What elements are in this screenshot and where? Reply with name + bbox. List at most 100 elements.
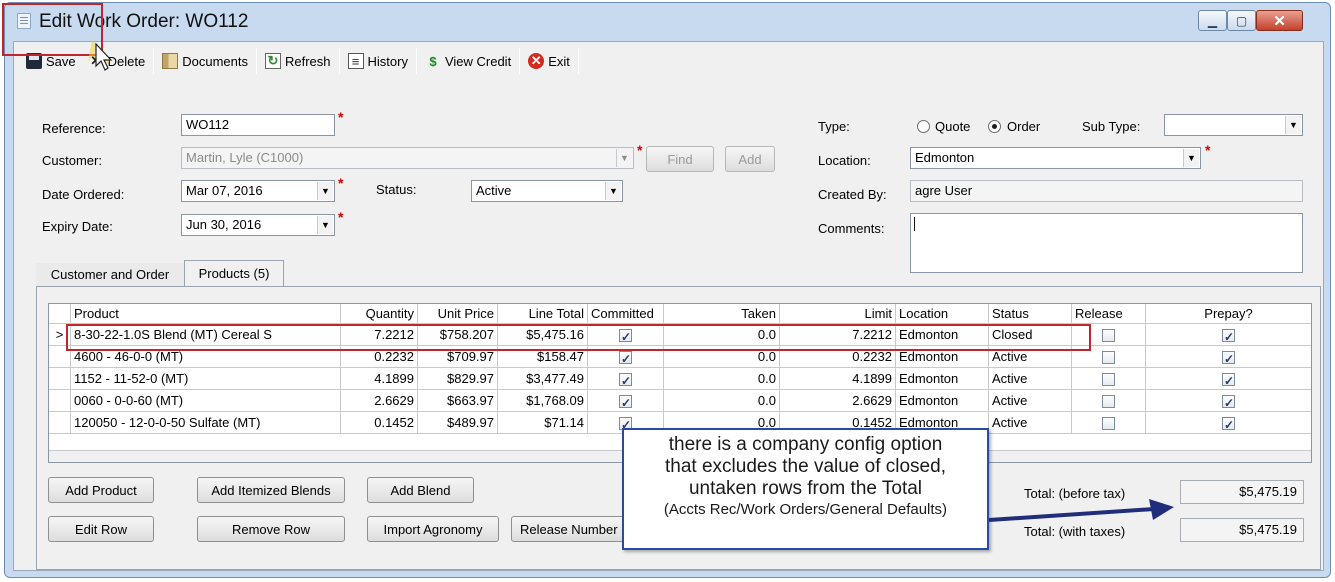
callout-line-2: that excludes the value of closed, xyxy=(665,456,946,477)
cell-prepay xyxy=(1146,412,1311,434)
dollar-icon: $ xyxy=(429,53,437,69)
add-blend-button[interactable]: Add Blend xyxy=(367,477,474,503)
documents-button[interactable]: Documents xyxy=(156,47,254,75)
tab-products[interactable]: Products (5) xyxy=(184,260,284,286)
cell-prepay xyxy=(1146,346,1311,368)
cell-quantity: 0.1452 xyxy=(341,412,418,434)
prepay-checkbox[interactable] xyxy=(1222,349,1235,368)
required-marker: * xyxy=(637,142,643,158)
release-checkbox[interactable] xyxy=(1102,373,1115,387)
row-selector[interactable] xyxy=(49,368,71,390)
cell-prepay xyxy=(1146,368,1311,390)
add-customer-button[interactable]: Add xyxy=(725,146,775,172)
reference-label: Reference: xyxy=(42,121,106,136)
column-header-line-total[interactable]: Line Total xyxy=(498,304,588,324)
grid-header: Product Quantity Unit Price Line Total C… xyxy=(49,304,1311,324)
release-checkbox[interactable] xyxy=(1102,329,1115,343)
type-quote-radio[interactable] xyxy=(917,120,930,133)
column-header-location[interactable]: Location xyxy=(896,304,989,324)
add-itemized-blends-button[interactable]: Add Itemized Blends xyxy=(197,477,345,503)
add-product-button[interactable]: Add Product xyxy=(48,477,154,503)
status-dropdown[interactable]: Active ▼ xyxy=(471,180,623,202)
callout-arrow-icon xyxy=(989,499,1174,522)
cell-quantity: 4.1899 xyxy=(341,368,418,390)
prepay-checkbox[interactable] xyxy=(1222,371,1235,390)
close-window-button[interactable]: ✕ xyxy=(1256,10,1303,31)
column-header-prepay[interactable]: Prepay? xyxy=(1146,304,1311,324)
exit-button[interactable]: ✕ Exit xyxy=(522,47,576,75)
reference-field[interactable]: WO112 xyxy=(181,114,335,136)
location-dropdown[interactable]: Edmonton ▼ xyxy=(910,147,1201,169)
expiry-date-value: Jun 30, 2016 xyxy=(186,217,262,232)
cell-release xyxy=(1072,390,1146,412)
comments-textarea[interactable] xyxy=(910,213,1303,273)
subtype-dropdown[interactable]: ▼ xyxy=(1164,114,1303,136)
cell-product: 1152 - 11-52-0 (MT) xyxy=(71,368,341,390)
committed-checkbox[interactable] xyxy=(619,371,632,390)
prepay-checkbox[interactable] xyxy=(1222,415,1235,434)
chevron-down-icon: ▼ xyxy=(1183,149,1199,167)
cell-line-total: $3,477.49 xyxy=(498,368,588,390)
view-credit-button[interactable]: $ View Credit xyxy=(419,47,517,75)
refresh-icon: ↻ xyxy=(264,53,281,69)
release-checkbox[interactable] xyxy=(1102,351,1115,365)
history-icon: ≡ xyxy=(347,53,364,69)
date-ordered-label: Date Ordered: xyxy=(42,187,125,202)
type-order-radio[interactable] xyxy=(988,120,1001,133)
mouse-cursor-icon xyxy=(88,40,113,71)
chevron-down-icon: ▼ xyxy=(1285,116,1301,134)
edit-row-button[interactable]: Edit Row xyxy=(48,516,154,542)
expiry-date-field[interactable]: Jun 30, 2016 ▼ xyxy=(181,214,335,236)
chevron-down-icon: ▼ xyxy=(605,182,621,200)
column-header-status[interactable]: Status xyxy=(989,304,1072,324)
subtype-label: Sub Type: xyxy=(1082,119,1141,134)
column-header-limit[interactable]: Limit xyxy=(780,304,896,324)
comments-label: Comments: xyxy=(818,221,885,236)
location-label: Location: xyxy=(818,153,871,168)
cell-committed xyxy=(588,368,664,390)
cell-product: 0060 - 0-0-60 (MT) xyxy=(71,390,341,412)
column-header-unit-price[interactable]: Unit Price xyxy=(418,304,498,324)
history-button[interactable]: ≡ History xyxy=(342,47,414,75)
history-label: History xyxy=(367,53,408,69)
table-row[interactable]: 0060 - 0-0-60 (MT) 2.6629 $663.97 $1,768.09… xyxy=(49,390,1311,412)
row-selector[interactable] xyxy=(49,412,71,434)
required-marker: * xyxy=(338,175,344,191)
release-checkbox[interactable] xyxy=(1102,395,1115,409)
committed-checkbox[interactable] xyxy=(619,393,632,412)
cell-product: 120050 - 12-0-0-50 Sulfate (MT) xyxy=(71,412,341,434)
prepay-checkbox[interactable] xyxy=(1222,327,1235,346)
row-selector[interactable] xyxy=(49,390,71,412)
refresh-button[interactable]: ↻ Refresh xyxy=(259,47,337,75)
column-header-product[interactable]: Product xyxy=(71,304,341,324)
minimize-button[interactable]: ▁ xyxy=(1198,10,1227,31)
find-button[interactable]: Find xyxy=(646,146,714,172)
refresh-label: Refresh xyxy=(284,53,331,69)
column-header-release[interactable]: Release xyxy=(1072,304,1146,324)
customer-field[interactable]: Martin, Lyle (C1000) ▼ xyxy=(181,147,634,169)
cell-release xyxy=(1072,368,1146,390)
expiry-date-label: Expiry Date: xyxy=(42,219,113,234)
committed-checkbox[interactable] xyxy=(619,349,632,368)
customer-value: Martin, Lyle (C1000) xyxy=(186,150,304,165)
column-header-taken[interactable]: Taken xyxy=(664,304,780,324)
remove-row-button[interactable]: Remove Row xyxy=(197,516,345,542)
minimize-icon: ▁ xyxy=(1207,13,1218,28)
date-ordered-field[interactable]: Mar 07, 2016 ▼ xyxy=(181,180,335,202)
closed-row-highlight xyxy=(66,324,1091,351)
tab-customer-and-order[interactable]: Customer and Order xyxy=(36,263,184,286)
table-row[interactable]: 1152 - 11-52-0 (MT) 4.1899 $829.97 $3,477.4… xyxy=(49,368,1311,390)
title-bar: Edit Work Order: WO112 ▁ ▢ ✕ xyxy=(5,3,1330,41)
cell-line-total: $71.14 xyxy=(498,412,588,434)
column-header-quantity[interactable]: Quantity xyxy=(341,304,418,324)
prepay-checkbox[interactable] xyxy=(1222,393,1235,412)
cell-unit-price: $663.97 xyxy=(418,390,498,412)
column-header-committed[interactable]: Committed xyxy=(588,304,664,324)
release-checkbox[interactable] xyxy=(1102,417,1115,431)
total-with-taxes-value: $5,475.19 xyxy=(1180,518,1304,542)
cell-unit-price: $829.97 xyxy=(418,368,498,390)
maximize-button[interactable]: ▢ xyxy=(1227,10,1256,31)
toolbar-separator xyxy=(153,48,155,74)
import-agronomy-button[interactable]: Import Agronomy xyxy=(367,516,499,542)
created-by-field[interactable]: agre User xyxy=(910,180,1303,202)
